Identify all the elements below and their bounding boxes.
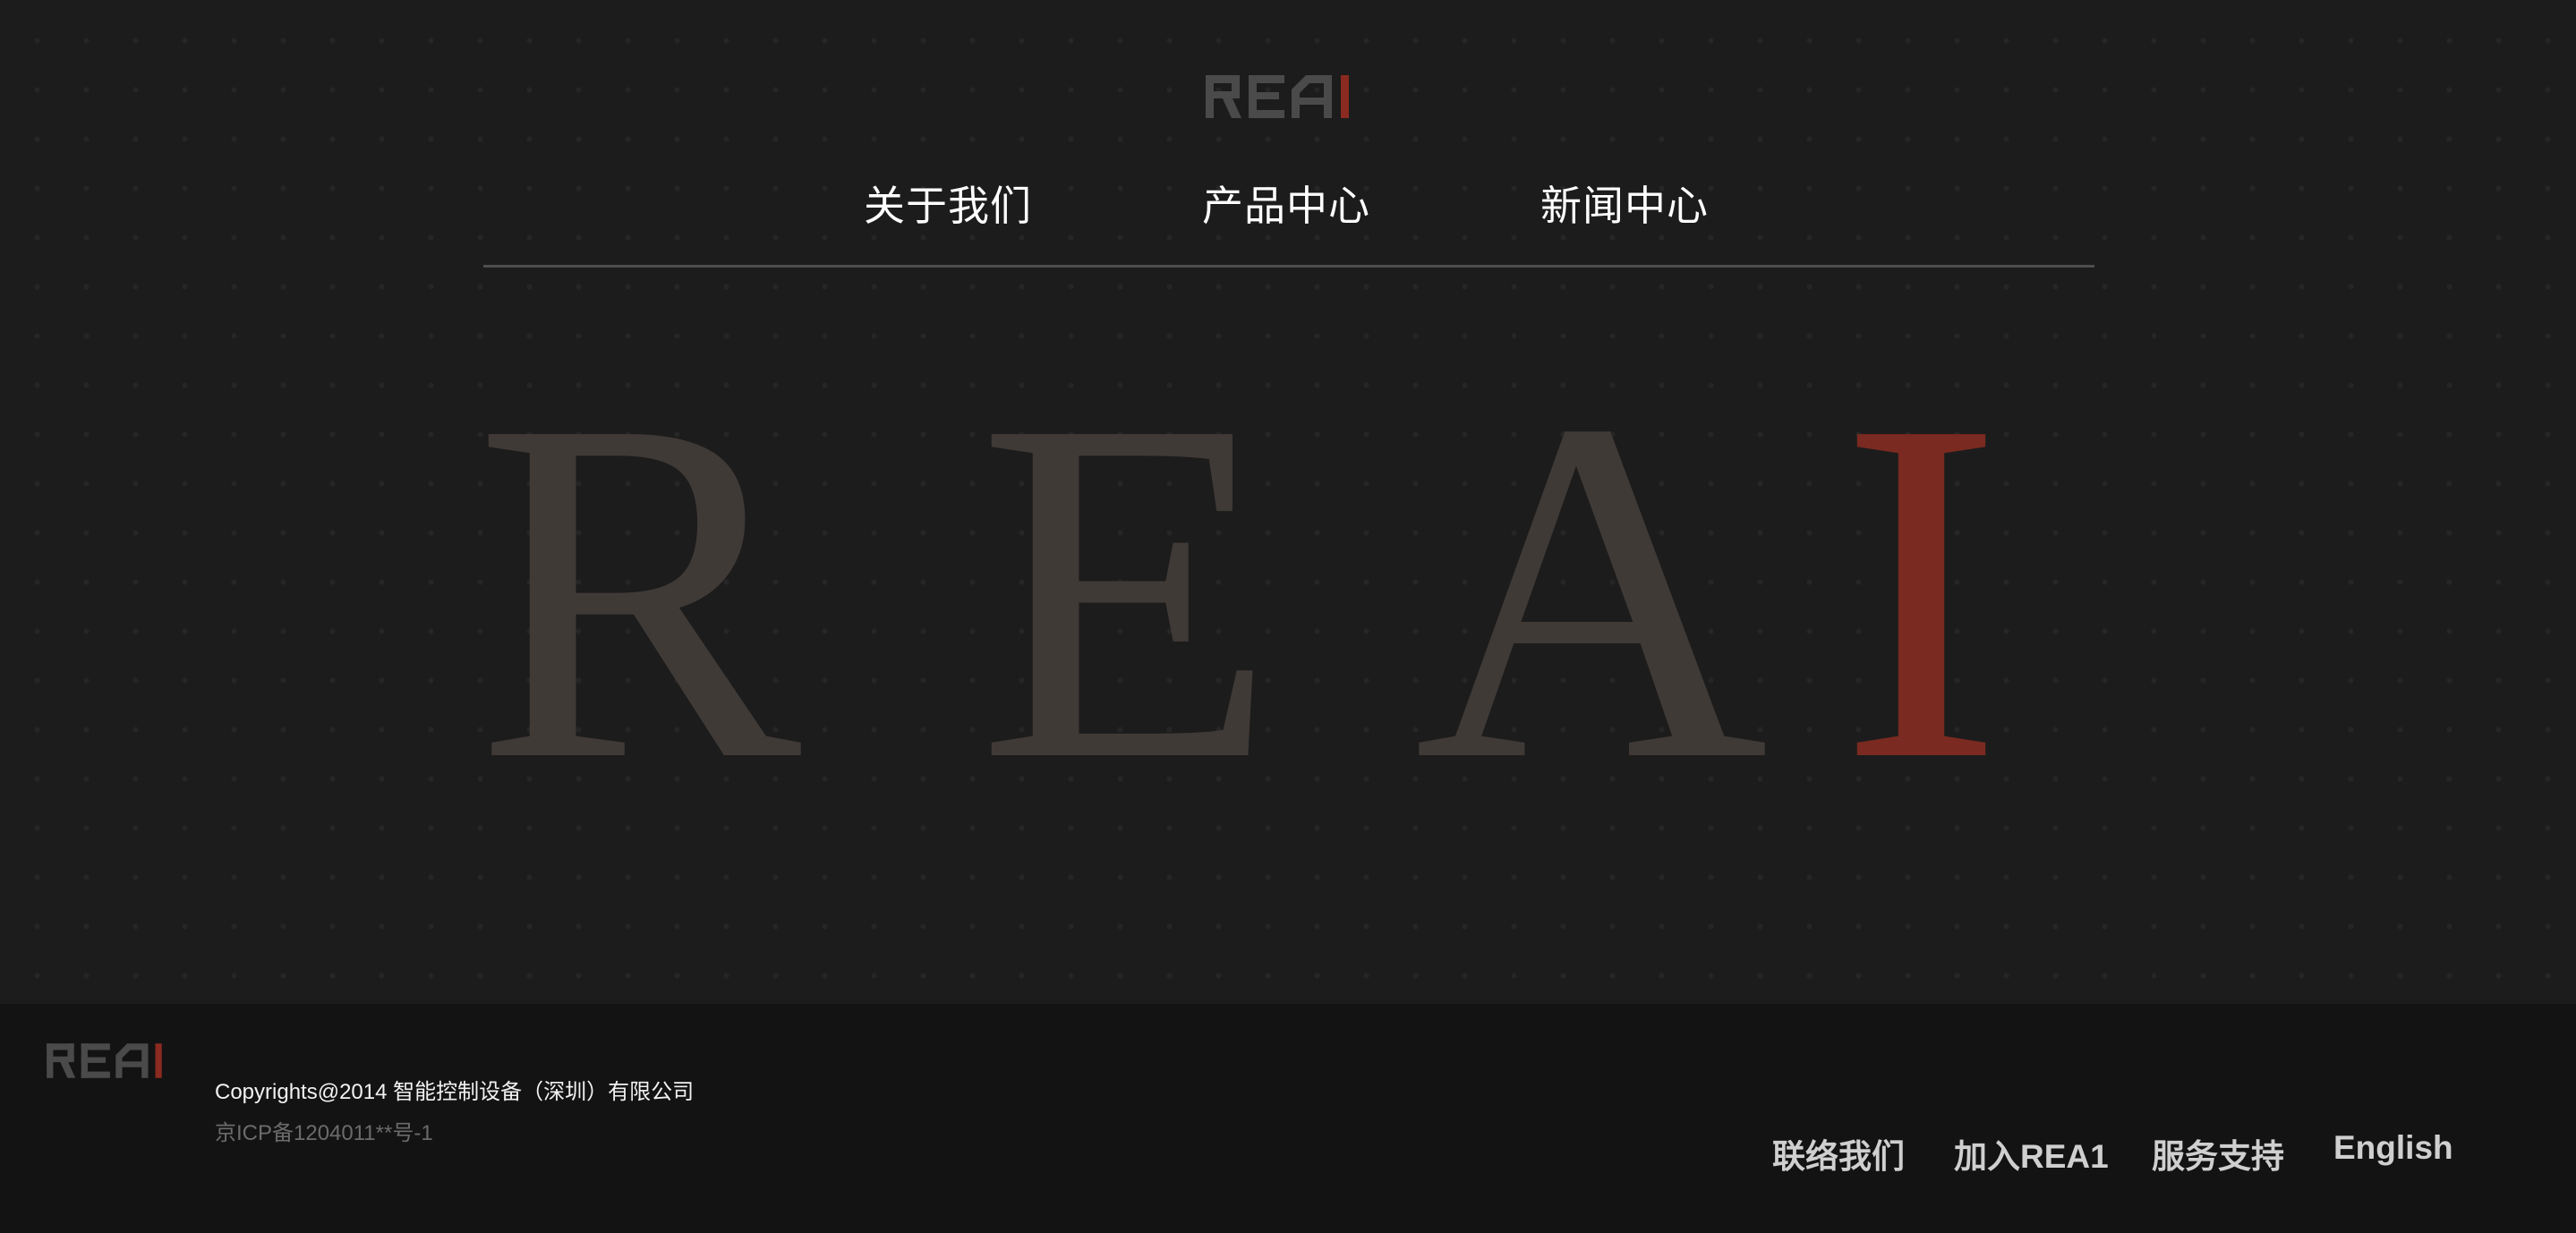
icp-license-text: 京ICP备1204011**号-1 [215, 1121, 433, 1145]
footer-link-service-support[interactable]: 服务支持 [2152, 1129, 2284, 1178]
nav-news-center[interactable]: 新闻中心 [1540, 179, 1709, 233]
nav-about-us[interactable]: 关于我们 [864, 179, 1032, 233]
nav-product-center[interactable]: 产品中心 [1202, 179, 1370, 233]
nav-divider [483, 265, 2094, 268]
copyright-text: Copyrights@2014 智能控制设备（深圳）有限公司 [215, 1080, 695, 1104]
rea1-logo[interactable] [1206, 72, 1380, 122]
hero-letter-a: A [1414, 319, 1769, 862]
footer-logo[interactable] [47, 1041, 187, 1081]
footer-link-english[interactable]: English [2333, 1129, 2453, 1167]
main-nav: 关于我们 产品中心 新闻中心 [0, 179, 2576, 233]
footer-link-join-rea1[interactable]: 加入REA1 [1954, 1129, 2109, 1178]
footer-link-contact-us[interactable]: 联络我们 [1772, 1129, 1905, 1178]
hero-letter-e: E [977, 319, 1277, 862]
hero-letter-r: R [474, 319, 802, 862]
hero-wordmark: R E A I [474, 319, 2050, 862]
hero-letter-i: I [1839, 319, 2003, 862]
